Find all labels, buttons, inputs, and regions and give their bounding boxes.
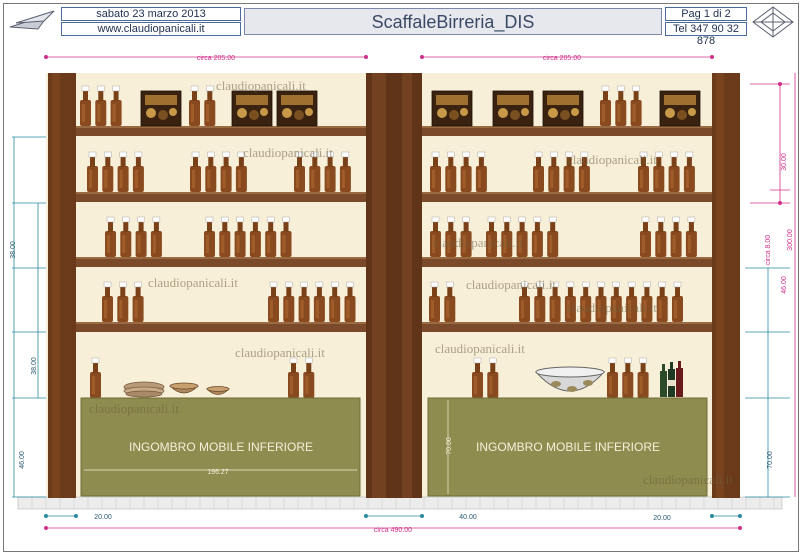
cab-width-text: 196.27 — [207, 469, 229, 476]
dim-right-70: 70.00 — [767, 451, 774, 469]
dim-top-right: circa 205.00 — [543, 55, 581, 62]
cabinet-left-label: INGOMBRO MOBILE INFERIORE — [129, 440, 313, 454]
watermark: claudiopanicali.it — [89, 401, 179, 416]
floor-strip — [17, 496, 783, 510]
cabinet-right-label: INGOMBRO MOBILE INFERIORE — [476, 440, 660, 454]
drawing-sheet: sabato 23 marzo 2013 www.claudiopanicali… — [0, 0, 804, 557]
cab-height-text: 70.00 — [446, 437, 453, 455]
gift-box — [231, 90, 273, 127]
dim-left-46: 46.00 — [19, 451, 26, 469]
dim-total: circa 490.00 — [374, 527, 412, 534]
watermark: claudiopanicali.it — [567, 152, 657, 167]
gift-box — [140, 90, 182, 127]
watermark: claudiopanicali.it — [433, 235, 523, 250]
gift-box — [492, 90, 534, 127]
dim-top-left: circa 205.00 — [197, 55, 235, 62]
dim-left-38b: 38.00 — [31, 357, 38, 375]
dim-right-300: 300.00 — [787, 229, 794, 251]
dim-bottom-left: 20.00 — [94, 514, 112, 521]
dim-left-38a: 38.00 — [10, 241, 17, 259]
dim-right-30: 30.00 — [781, 153, 788, 171]
watermark: claudiopanicali.it — [148, 275, 238, 290]
watermark: claudiopanicali.it — [216, 78, 306, 93]
wine-bottles — [660, 361, 683, 397]
watermark: claudiopanicali.it — [435, 341, 525, 356]
dim-right-46: 46.00 — [781, 276, 788, 294]
dim-bottom-right: 20.00 — [653, 515, 671, 522]
watermark: claudiopanicali.it — [567, 300, 657, 315]
gift-box — [431, 90, 473, 127]
dim-right-8: circa 8.00 — [765, 235, 772, 265]
shelf-drawing: INGOMBRO MOBILE INFERIORE INGOMBRO MOBIL… — [10, 55, 796, 534]
watermark: claudiopanicali.it — [235, 345, 325, 360]
dim-bottom-mid: 40.00 — [459, 514, 477, 521]
watermark: claudiopanicali.it — [643, 472, 733, 487]
watermark: claudiopanicali.it — [466, 277, 556, 292]
gift-box — [659, 90, 701, 127]
gift-box — [542, 90, 584, 127]
gift-box — [276, 90, 318, 127]
watermark: claudiopanicali.it — [243, 145, 333, 160]
stacked-plates — [123, 381, 165, 398]
